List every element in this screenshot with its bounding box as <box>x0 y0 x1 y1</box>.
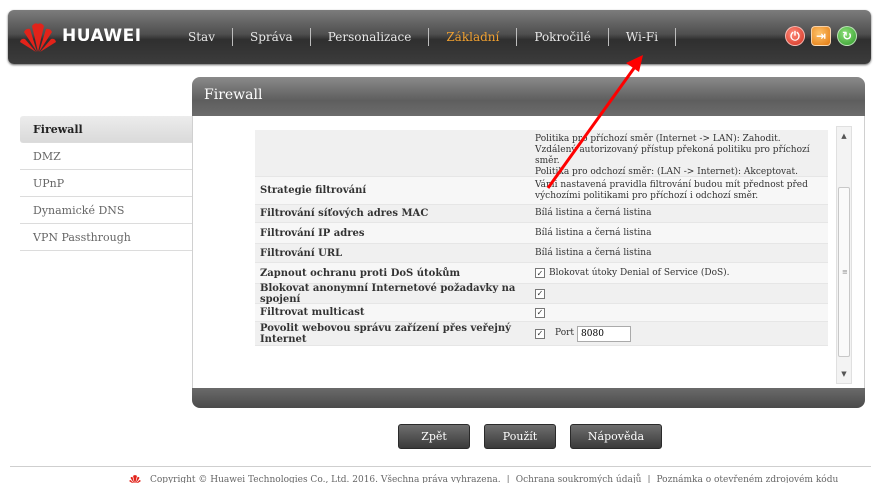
huawei-small-logo-icon <box>129 475 141 483</box>
apply-button[interactable]: Použít <box>484 424 556 449</box>
top-header: HUAWEI Stav Správa Personalizace Základn… <box>8 10 871 64</box>
table-row: Filtrování síťových adres MAC Bílá listi… <box>255 205 828 223</box>
action-buttons: Zpět Použít Nápověda <box>398 424 662 449</box>
sidebar: Firewall DMZ UPnP Dynamické DNS VPN Pass… <box>20 116 192 251</box>
vertical-scrollbar[interactable]: ▲ ≡ ▼ <box>836 126 852 384</box>
page-footer: Copyright © Huawei Technologies Co., Ltd… <box>128 474 838 483</box>
footer-separator: | <box>647 474 651 483</box>
refresh-icon[interactable]: ↻ <box>837 26 857 46</box>
row-label: Filtrování URL <box>260 247 343 259</box>
footer-separator: | <box>506 474 510 483</box>
nav-tab-sprava[interactable]: Správa <box>231 28 310 46</box>
settings-table: Politika pro příchozí směr (Internet -> … <box>255 130 828 346</box>
privacy-link[interactable]: Ochrana soukromých údajů <box>516 475 642 483</box>
nav-tab-pokrocile[interactable]: Pokročilé <box>516 28 608 46</box>
sidebar-item-dynamic-dns[interactable]: Dynamické DNS <box>20 197 192 224</box>
dos-protection-checkbox[interactable]: ✓ <box>535 268 545 278</box>
footer-divider <box>10 466 871 467</box>
nav-tab-stav[interactable]: Stav <box>178 28 232 46</box>
row-label: Filtrování IP adres <box>260 227 365 239</box>
brand-name: HUAWEI <box>62 26 142 46</box>
scroll-up-arrow-icon[interactable]: ▲ <box>837 129 851 143</box>
panel-header: Firewall <box>192 77 865 116</box>
row-label: Strategie filtrování <box>260 185 367 196</box>
power-icon[interactable]: ⏻ <box>785 26 805 46</box>
filter-multicast-checkbox[interactable]: ✓ <box>535 307 545 318</box>
nav-tab-wifi[interactable]: Wi-Fi <box>607 28 675 46</box>
opensource-link[interactable]: Poznámka o otevřeném zdrojovém kódu <box>656 475 838 483</box>
copyright-text: Copyright © Huawei Technologies Co., Ltd… <box>150 474 501 483</box>
nav-divider <box>675 28 735 46</box>
row-label <box>255 130 530 176</box>
row-label: Filtrování síťových adres MAC <box>260 208 429 219</box>
block-anonymous-requests-checkbox[interactable]: ✓ <box>535 288 545 299</box>
sidebar-item-vpn-passthrough[interactable]: VPN Passthrough <box>20 224 192 251</box>
table-row: Filtrování IP adres Bílá listina a černá… <box>255 223 828 244</box>
huawei-logo: HUAWEI <box>18 20 168 54</box>
row-label: Zapnout ochranu proti DoS útokům <box>260 267 461 279</box>
row-value: Politika pro příchozí směr (Internet -> … <box>530 130 828 177</box>
port-input[interactable] <box>577 325 632 342</box>
header-actions: ⏻ ⇥ ↻ <box>785 26 857 46</box>
sidebar-item-upnp[interactable]: UPnP <box>20 170 192 197</box>
table-row: Blokovat anonymní Internetové požadavky … <box>255 282 828 305</box>
checkbox-label: Blokovat útoky Denial of Service (DoS). <box>549 267 730 278</box>
table-row: Povolit webovou správu zařízení přes veř… <box>255 322 828 346</box>
row-value: Bílá listina a černá listina <box>535 247 652 258</box>
row-value: ✓ Blokovat útoky Denial of Service (DoS)… <box>530 263 828 283</box>
policy-text: Vzdálený autorizovaný přístup překoná po… <box>535 145 810 166</box>
row-label: Blokovat anonymní Internetové požadavky … <box>260 282 516 305</box>
row-label: Povolit webovou správu zařízení přes veř… <box>260 322 511 345</box>
row-value: ✓ <box>530 284 828 303</box>
nav-tab-zakladni[interactable]: Základní <box>428 28 516 46</box>
scroll-down-arrow-icon[interactable]: ▼ <box>837 367 851 381</box>
logout-icon[interactable]: ⇥ <box>811 26 831 46</box>
table-row: Politika pro příchozí směr (Internet -> … <box>255 130 828 177</box>
table-row: Strategie filtrování Vámi nastavená prav… <box>255 177 828 205</box>
row-value: Bílá listina a černá listina <box>535 208 652 218</box>
sidebar-item-dmz[interactable]: DMZ <box>20 143 192 170</box>
policy-text: Politika pro příchozí směr (Internet -> … <box>535 134 781 144</box>
firewall-settings-panel: Politika pro příchozí směr (Internet -> … <box>192 116 865 388</box>
table-row: Filtrovat multicast ✓ <box>255 304 828 322</box>
port-label: Port <box>555 328 575 338</box>
table-row: Filtrování URL Bílá listina a černá list… <box>255 244 828 263</box>
row-value: ✓ <box>530 304 828 321</box>
scrollbar-thumb[interactable]: ≡ <box>838 187 850 357</box>
help-button[interactable]: Nápověda <box>570 424 662 449</box>
row-value: Vámi nastavená pravidla filtrování budou… <box>535 179 808 201</box>
row-value: Bílá listina a černá listina <box>535 227 652 238</box>
table-row: Zapnout ochranu proti DoS útokům ✓ Bloko… <box>255 263 828 284</box>
nav-tab-personalizace[interactable]: Personalizace <box>309 28 429 46</box>
row-value: ✓ Port <box>530 322 828 345</box>
remote-web-management-checkbox[interactable]: ✓ <box>535 328 545 339</box>
main-nav: Stav Správa Personalizace Základní Pokro… <box>178 10 735 64</box>
huawei-flower-icon <box>20 23 56 52</box>
page-title: Firewall <box>204 87 263 103</box>
panel-footer-bar <box>192 388 865 408</box>
row-label: Filtrovat multicast <box>260 307 365 318</box>
sidebar-item-firewall[interactable]: Firewall <box>20 116 192 143</box>
grip-icon: ≡ <box>842 268 848 276</box>
back-button[interactable]: Zpět <box>398 424 470 449</box>
